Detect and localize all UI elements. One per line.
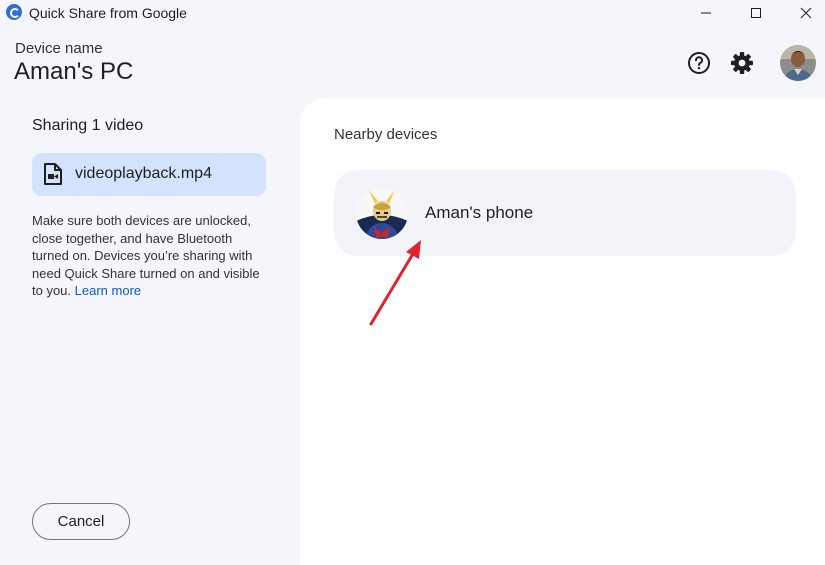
video-file-icon bbox=[44, 163, 62, 185]
gear-icon[interactable] bbox=[729, 50, 755, 76]
maximize-button[interactable] bbox=[733, 0, 779, 26]
sharing-instructions: Make sure both devices are unlocked, clo… bbox=[32, 212, 268, 300]
device-avatar bbox=[356, 187, 408, 239]
title-bar: Quick Share from Google bbox=[0, 0, 825, 26]
close-button[interactable] bbox=[783, 0, 825, 26]
minimize-button[interactable] bbox=[683, 0, 729, 26]
nearby-devices-title: Nearby devices bbox=[334, 126, 438, 143]
window-title: Quick Share from Google bbox=[29, 5, 187, 21]
nearby-device-name: Aman's phone bbox=[425, 203, 534, 222]
maximize-icon bbox=[751, 8, 761, 18]
cancel-button[interactable]: Cancel bbox=[32, 503, 130, 540]
device-name: Aman's PC bbox=[14, 58, 134, 85]
device-name-label: Device name bbox=[15, 40, 103, 57]
nearby-devices-panel bbox=[300, 98, 825, 565]
nearby-device-card[interactable]: Aman's phone bbox=[334, 170, 796, 256]
instructions-text: Make sure both devices are unlocked, clo… bbox=[32, 213, 260, 298]
minimize-icon bbox=[701, 12, 711, 14]
file-name: videoplayback.mp4 bbox=[75, 165, 212, 182]
learn-more-link[interactable]: Learn more bbox=[75, 283, 141, 298]
quick-share-icon bbox=[6, 4, 22, 20]
account-avatar[interactable] bbox=[780, 45, 816, 81]
help-icon[interactable] bbox=[687, 51, 711, 75]
close-icon bbox=[800, 7, 812, 19]
sharing-title: Sharing 1 video bbox=[32, 117, 144, 134]
file-chip: videoplayback.mp4 bbox=[32, 153, 266, 196]
